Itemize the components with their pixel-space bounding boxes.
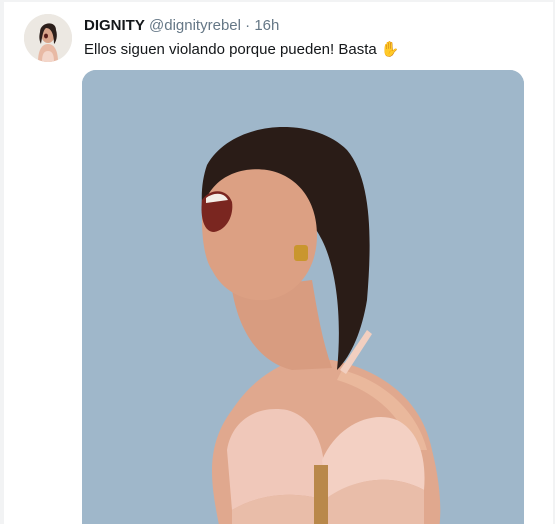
separator-dot: · bbox=[245, 17, 251, 34]
user-handle[interactable]: @dignityrebel bbox=[149, 17, 241, 34]
avatar-image bbox=[24, 14, 72, 62]
photo-image bbox=[82, 70, 524, 524]
display-name[interactable]: DIGNITY bbox=[84, 17, 145, 34]
timestamp[interactable]: 16h bbox=[254, 17, 279, 34]
raised-hand-icon: ✋ bbox=[380, 41, 400, 58]
avatar[interactable] bbox=[24, 14, 72, 62]
tweet-text: Ellos siguen violando porque pueden! Bas… bbox=[84, 40, 400, 60]
tweet-card[interactable]: DIGNITY @dignityrebel · 16h Ellos siguen… bbox=[4, 2, 553, 524]
tweet-photo[interactable] bbox=[82, 70, 524, 524]
tweet-text-body: Ellos siguen violando porque pueden! Bas… bbox=[84, 41, 377, 58]
tweet-header: DIGNITY @dignityrebel · 16h bbox=[84, 16, 279, 36]
